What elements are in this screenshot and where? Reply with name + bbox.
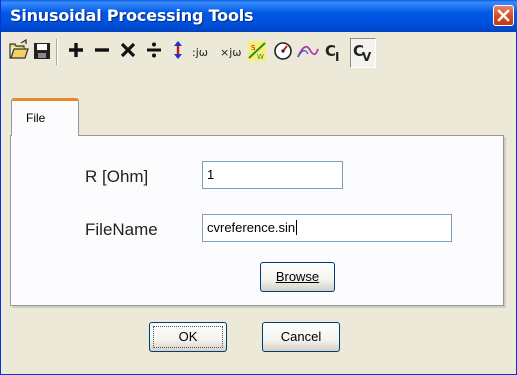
multiply-jw-icon[interactable]: ×jω <box>218 38 246 68</box>
dialog-window: Sinusoidal Processing Tools:jω ×jω S W … <box>0 0 517 375</box>
browse-button[interactable]: Browse <box>260 262 335 292</box>
cancel-label: Cancel <box>280 329 322 344</box>
close-button[interactable] <box>493 5 514 26</box>
save-disk-icon[interactable] <box>32 38 58 68</box>
divide-jw-icon[interactable]: :jω <box>190 38 216 68</box>
r-ohm-label: R [Ohm] <box>85 167 149 186</box>
ok-button[interactable]: OK <box>149 322 227 352</box>
filename-value: cvreference.sin <box>207 220 296 235</box>
text-caret <box>296 220 298 235</box>
title-bar[interactable]: Sinusoidal Processing Tools <box>1 0 517 32</box>
gauge-icon[interactable] <box>272 38 298 68</box>
curve-icon[interactable] <box>296 38 322 68</box>
window-title: Sinusoidal Processing Tools <box>10 6 254 25</box>
ci-icon[interactable]: C I <box>322 38 348 68</box>
toolbar-separator <box>56 39 58 65</box>
tab-file-label: File <box>26 111 46 125</box>
r-ohm-input[interactable]: 1 <box>202 161 343 189</box>
subtract-icon[interactable] <box>90 38 116 68</box>
svg-text:W: W <box>257 53 264 61</box>
multiply-jw-label: ×jω <box>220 46 242 59</box>
cv-icon[interactable]: C V <box>350 38 376 68</box>
close-icon <box>497 9 510 22</box>
cv-subscript: V <box>362 50 372 64</box>
ci-subscript: I <box>335 50 340 64</box>
file-tab-panel: R [Ohm] 1 FileName cvreference.sin Brows… <box>10 135 504 306</box>
tab-file[interactable]: File <box>11 98 79 136</box>
multiply-icon[interactable] <box>116 38 142 68</box>
power-icon[interactable]: S W <box>246 38 272 68</box>
toolbar: :jω ×jω S W C I C V <box>4 34 515 72</box>
open-folder-icon[interactable] <box>8 38 34 68</box>
r-ohm-value: 1 <box>207 167 215 182</box>
filename-label: FileName <box>85 220 158 239</box>
add-icon[interactable] <box>64 38 90 68</box>
svg-text:S: S <box>251 44 256 52</box>
divide-icon[interactable] <box>142 38 168 68</box>
cancel-button[interactable]: Cancel <box>262 322 340 352</box>
divide-jw-label: :jω <box>192 46 208 59</box>
filename-input[interactable]: cvreference.sin <box>202 214 452 242</box>
browse-label: Browse <box>275 269 320 284</box>
ok-label: OK <box>178 329 198 344</box>
